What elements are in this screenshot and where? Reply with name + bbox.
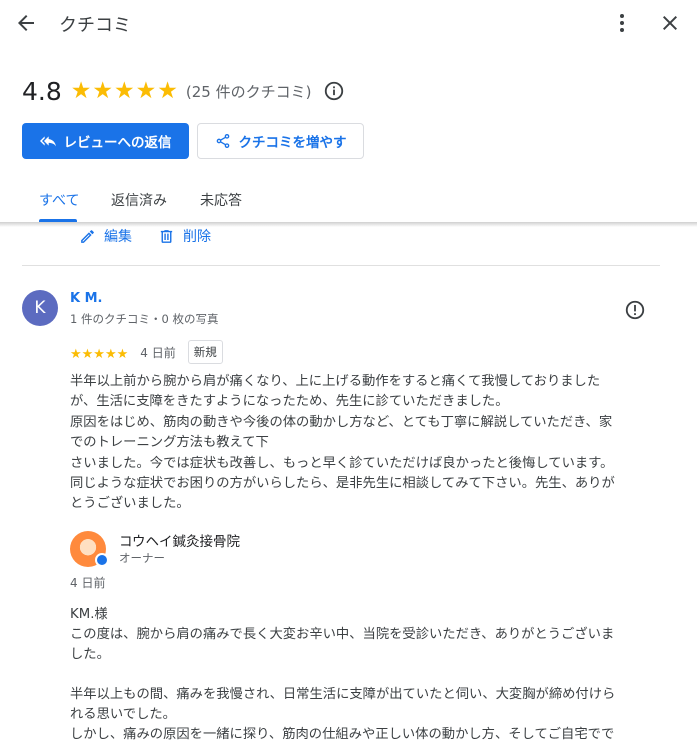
top-bar: クチコミ <box>0 0 697 46</box>
more-options-icon[interactable] <box>610 11 634 35</box>
star-icon: ★ <box>92 77 114 104</box>
avatar[interactable]: K <box>22 290 58 326</box>
tab-unanswered[interactable]: 未応答 <box>200 190 242 210</box>
reply-date: 4 日前 <box>70 576 106 590</box>
reviewer-name[interactable]: K M. <box>70 291 102 306</box>
new-badge: 新規 <box>187 340 223 364</box>
report-icon[interactable] <box>624 299 646 321</box>
tab-all[interactable]: すべて <box>39 190 79 210</box>
owner-role: オーナー <box>119 551 165 565</box>
review-count: (25 件のクチコミ) <box>185 82 312 101</box>
review-body: 半年以上前から腕から肩が痛くなり、上に上げる動作をすると痛くて我慢しておりました… <box>70 374 615 512</box>
review-filter-tabs: すべて 返信済み 未応答 <box>0 180 697 223</box>
tab-replied[interactable]: 返信済み <box>111 190 167 210</box>
edit-button[interactable]: 編集 <box>79 226 132 246</box>
rating-stars: ★ ★ ★ ★ ★ <box>70 77 178 104</box>
share-icon <box>216 134 229 148</box>
reply-to-reviews-button[interactable]: レビューへの返信 <box>22 123 189 159</box>
divider <box>22 265 660 266</box>
previous-review-actions: 編集 削除 <box>79 226 211 246</box>
back-arrow-icon[interactable] <box>14 11 38 35</box>
review-date: 4 日前 <box>140 345 176 360</box>
owner-reply-body: KM.様 この度は、腕から肩の痛みで長く大変お辛い中、当院を受診いただき、ありが… <box>70 607 616 742</box>
more-reviews-button-label: クチコミを増やす <box>238 135 347 151</box>
verified-badge-icon <box>95 553 109 567</box>
info-icon[interactable] <box>323 80 345 102</box>
review-stars: ★★★★★ <box>70 343 128 362</box>
review-rating-row: ★★★★★ 4 日前 新規 <box>70 340 223 364</box>
scrollbar[interactable] <box>689 226 697 743</box>
star-icon: ★ <box>135 77 157 104</box>
rating-summary: 4.8 ★ ★ ★ ★ ★ (25 件のクチコミ) <box>22 74 345 108</box>
trash-icon <box>160 229 173 243</box>
reply-all-icon <box>39 136 56 147</box>
reviewer-meta: 1 件のクチコミ・0 枚の写真 <box>70 312 219 326</box>
delete-label: 削除 <box>183 229 211 245</box>
star-icon: ★ <box>114 77 135 104</box>
pencil-icon <box>81 229 94 243</box>
get-more-reviews-button[interactable]: クチコミを増やす <box>197 123 364 159</box>
star-icon: ★ <box>157 77 178 104</box>
edit-label: 編集 <box>104 229 132 245</box>
star-icon: ★ <box>70 77 92 104</box>
page-title: クチコミ <box>59 15 131 36</box>
review-stars-text: ★★★★★ <box>70 346 129 362</box>
delete-button[interactable]: 削除 <box>158 226 211 246</box>
average-rating: 4.8 <box>22 76 62 106</box>
owner-name: コウヘイ鍼灸接骨院 <box>119 534 240 550</box>
reply-button-label: レビューへの返信 <box>63 135 172 151</box>
close-icon[interactable] <box>658 11 682 35</box>
